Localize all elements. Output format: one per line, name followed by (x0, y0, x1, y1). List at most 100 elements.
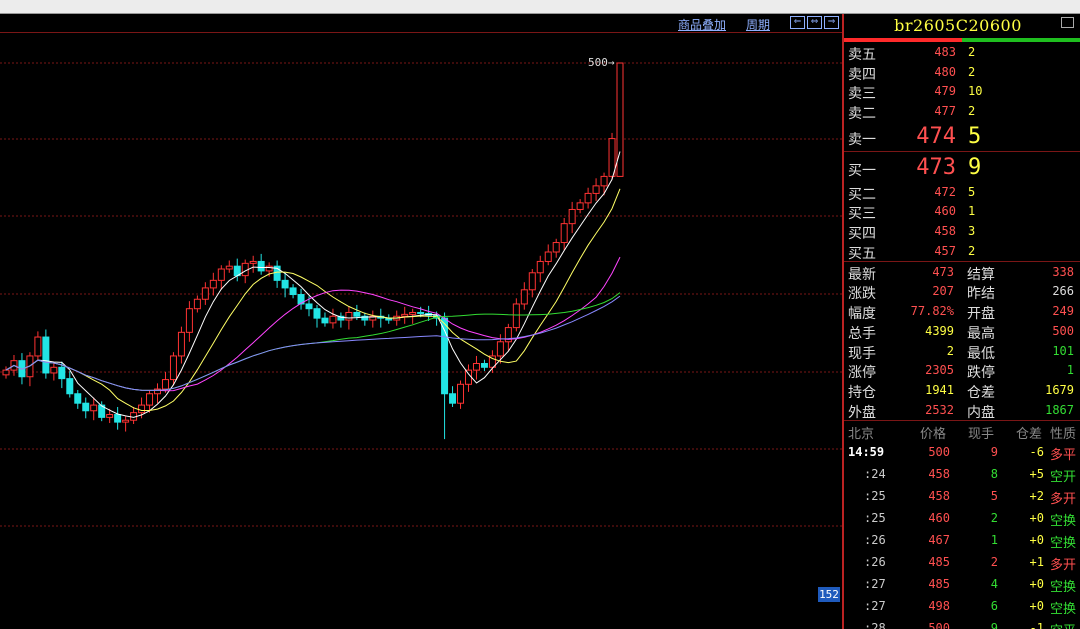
tick-price: 485 (928, 576, 950, 591)
stat-value: 266 (1052, 284, 1074, 299)
double-left-icon[interactable]: ⇔ (807, 16, 822, 29)
tick-price: 485 (928, 554, 950, 569)
tick-list[interactable]: 14:59 500 9 -6 多平:24 458 8 +5 空开:25 458 5 +2 多开:25 46… (844, 441, 1080, 629)
book-row[interactable]: 买五 457 2 (844, 241, 1080, 262)
left-arrow-icon[interactable]: ⇐ (790, 16, 805, 29)
stat-value: 4399 (925, 323, 954, 338)
tick-diff: +0 (1029, 510, 1044, 525)
moving-average-line (5, 292, 621, 391)
book-volume: 2 (968, 104, 976, 119)
tick-qty: 5 (990, 488, 998, 503)
tick-row[interactable]: :27 485 4 +0 空换 (844, 573, 1080, 595)
up-candle (265, 265, 273, 272)
up-candle (201, 287, 209, 300)
overlay-button[interactable]: 商品叠加 (678, 16, 726, 33)
book-row[interactable]: 卖三 479 10 (844, 81, 1080, 102)
tick-header-time: 北京 (848, 426, 875, 442)
down-candle (449, 393, 457, 404)
down-candle (353, 311, 361, 317)
up-candle (568, 208, 576, 225)
tick-qty: 1 (990, 532, 998, 547)
up-candle (50, 366, 58, 374)
window-top-strip (0, 0, 1080, 14)
stat-value: 207 (932, 284, 954, 299)
up-candle (464, 369, 472, 385)
up-candle (345, 311, 353, 321)
tick-header-diff: 仓差 (1016, 426, 1043, 442)
tick-price: 460 (928, 510, 950, 525)
tick-header-qty: 现手 (968, 426, 995, 442)
tick-nature: 空平 (1050, 620, 1076, 629)
book-price: 473 (916, 154, 956, 180)
down-candle (417, 311, 425, 314)
up-candle (185, 308, 193, 333)
book-price: 479 (934, 84, 956, 99)
stat-value: 1867 (1045, 403, 1074, 418)
tick-nature: 多开 (1050, 491, 1077, 507)
stat-value: 1679 (1045, 383, 1074, 398)
chart-divider (0, 32, 842, 33)
tick-nature: 多平 (1050, 447, 1077, 463)
stat-value: 338 (1052, 264, 1074, 279)
book-row[interactable]: 卖二 477 2 (844, 101, 1080, 122)
tick-qty: 6 (990, 598, 998, 613)
tick-header-price: 价格 (920, 426, 947, 442)
tick-row[interactable]: :25 458 5 +2 多开 (844, 485, 1080, 507)
tick-row[interactable]: :24 458 8 +5 空开 (844, 463, 1080, 485)
book-row[interactable]: 卖五 483 2 (844, 42, 1080, 63)
tick-row[interactable]: :26 467 1 +0 空换 (844, 529, 1080, 551)
quote-panel: br2605C20600 卖五 483 2 卖四 480 2 卖三 479 10 卖二 477 2 卖一… (842, 14, 1080, 629)
tick-qty: 8 (990, 466, 998, 481)
tick-nature: 空换 (1050, 513, 1077, 529)
book-price: 472 (934, 184, 956, 199)
down-candle (313, 308, 321, 319)
window-toggle-icon[interactable] (1061, 17, 1074, 28)
book-price: 457 (934, 243, 956, 258)
up-candle (552, 242, 560, 253)
book-volume: 9 (968, 154, 982, 180)
tick-nature: 空换 (1050, 579, 1077, 595)
book-row[interactable]: 买三 460 1 (844, 201, 1080, 222)
tick-price: 498 (928, 598, 950, 613)
down-candle (305, 303, 313, 310)
up-candle (90, 404, 98, 412)
tick-time: :26 (864, 532, 886, 547)
tick-row[interactable]: 14:59 500 9 -6 多平 (844, 441, 1080, 463)
book-row[interactable]: 买四 458 3 (844, 221, 1080, 242)
moving-average-line (5, 256, 621, 392)
moving-average-line (5, 188, 621, 411)
book-row[interactable]: 卖四 480 2 (844, 62, 1080, 83)
tick-price: 458 (928, 488, 950, 503)
up-candle (457, 383, 465, 404)
tick-row[interactable]: :27 498 6 +0 空换 (844, 595, 1080, 617)
book-volume: 10 (968, 84, 983, 99)
up-candle (209, 279, 217, 289)
tick-row[interactable]: :26 485 2 +1 多开 (844, 551, 1080, 573)
tick-time: :28 (864, 620, 886, 629)
tick-nature: 多开 (1050, 557, 1077, 573)
down-candle (42, 336, 50, 374)
tick-qty: 9 (990, 444, 998, 459)
up-candle (34, 336, 42, 357)
stat-value: 249 (1052, 304, 1074, 319)
moving-average-line (5, 151, 621, 418)
tick-price: 500 (928, 444, 950, 459)
candlestick-chart[interactable] (0, 14, 842, 629)
right-arrow-icon[interactable]: ⇒ (824, 16, 839, 29)
quote-stats: 最新 473 结算 338 涨跌 207 昨结 266 幅度 77.82% 开盘 249 总手 4399 最… (844, 262, 1080, 422)
book-row[interactable]: 卖一 474 5 (844, 121, 1080, 151)
up-candle (177, 331, 185, 357)
up-candle (409, 311, 417, 315)
crosshair-price-badge: 152 (818, 587, 840, 602)
tick-diff: +0 (1029, 598, 1044, 613)
stat-row: 总手 4399 最高 500 (844, 321, 1080, 342)
tick-time: :24 (864, 466, 886, 481)
tick-row[interactable]: :25 460 2 +0 空换 (844, 507, 1080, 529)
book-price: 474 (916, 123, 956, 149)
period-button[interactable]: 周期 (746, 16, 770, 33)
book-row[interactable]: 买二 472 5 (844, 182, 1080, 203)
tick-row[interactable]: :28 500 9 -1 空平 (844, 617, 1080, 629)
book-row[interactable]: 买一 473 9 (844, 152, 1080, 182)
up-candle (401, 313, 409, 317)
book-volume: 1 (968, 204, 976, 219)
